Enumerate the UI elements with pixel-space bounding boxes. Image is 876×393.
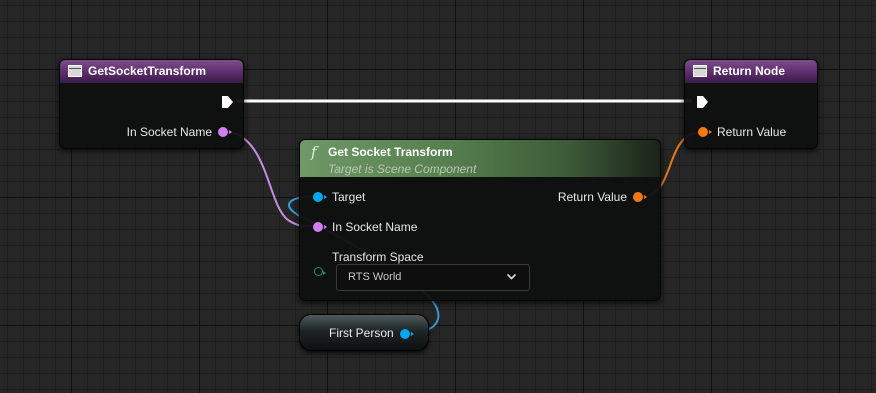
chevron-down-icon xyxy=(506,265,517,298)
get-socket-transform-subtitle: Target is Scene Component xyxy=(328,162,477,176)
in-socket-name-input-pin[interactable] xyxy=(313,222,327,232)
first-person-variable-node[interactable]: First Person xyxy=(299,314,429,351)
exec-pin-icon xyxy=(697,96,708,108)
function-entry-icon xyxy=(68,65,82,77)
transform-space-input-pin[interactable] xyxy=(314,267,326,276)
first-person-variable-label: First Person xyxy=(329,326,394,340)
transform-space-dropdown[interactable]: RTS World xyxy=(336,264,530,291)
in-socket-name-output-label: In Socket Name xyxy=(126,125,212,139)
target-input-pin[interactable] xyxy=(313,192,327,202)
transform-space-label: Transform Space xyxy=(332,250,424,264)
in-socket-name-output-pin[interactable] xyxy=(218,127,232,137)
function-entry-header[interactable]: GetSocketTransform xyxy=(60,60,243,83)
function-icon: f xyxy=(311,143,317,161)
function-return-icon xyxy=(693,65,707,77)
function-entry-node[interactable]: GetSocketTransform In Socket Name xyxy=(59,59,244,149)
function-entry-title: GetSocketTransform xyxy=(88,64,207,78)
get-socket-transform-header[interactable]: f Get Socket Transform Target is Scene C… xyxy=(300,140,660,177)
return-value-output-pin[interactable] xyxy=(633,192,647,202)
get-socket-transform-node[interactable]: f Get Socket Transform Target is Scene C… xyxy=(299,139,661,301)
return-node-header[interactable]: Return Node xyxy=(685,60,817,83)
return-node[interactable]: Return Node Return Value xyxy=(684,59,818,149)
target-input-label: Target xyxy=(332,190,366,204)
in-socket-name-input-label: In Socket Name xyxy=(332,220,418,234)
first-person-output-pin[interactable] xyxy=(400,329,414,339)
get-socket-transform-title: Get Socket Transform xyxy=(328,145,453,159)
return-node-title: Return Node xyxy=(713,64,785,78)
transform-space-value: RTS World xyxy=(348,271,402,283)
return-value-input-label: Return Value xyxy=(717,125,787,139)
return-value-input-pin[interactable] xyxy=(698,127,712,137)
return-value-output-label: Return Value xyxy=(557,190,627,204)
exec-pin-icon xyxy=(222,96,233,108)
